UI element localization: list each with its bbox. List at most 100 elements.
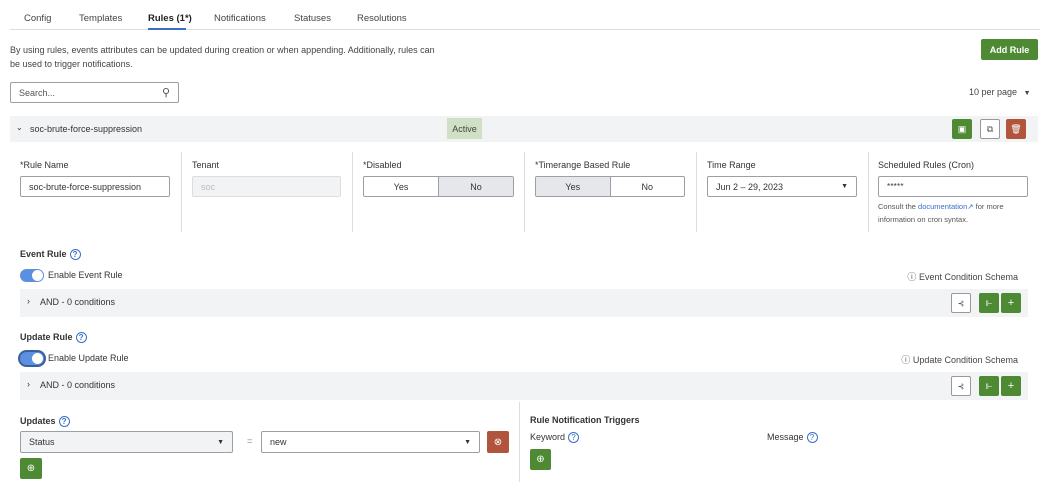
- disabled-toggle[interactable]: Yes No: [363, 176, 514, 197]
- update-rule-toggle-label: Enable Update Rule: [48, 353, 129, 363]
- timerange-toggle[interactable]: Yes No: [535, 176, 685, 197]
- remove-icon: ⊗: [493, 436, 503, 448]
- tab-resolutions[interactable]: Resolutions: [357, 13, 407, 24]
- chevron-down-icon[interactable]: ⌄: [16, 123, 23, 132]
- plus-icon: +: [1007, 297, 1015, 309]
- divider: [696, 152, 697, 232]
- per-page-select[interactable]: 10 per page ▼: [969, 87, 1031, 97]
- event-rule-toggle[interactable]: [20, 269, 44, 282]
- event-conditions-bar: › AND - 0 conditions ⊰ ⊩ +: [20, 289, 1028, 317]
- notification-triggers-heading: Rule Notification Triggers: [530, 415, 640, 425]
- keyword-label: Keyword?: [530, 432, 580, 444]
- help-icon[interactable]: ?: [69, 249, 81, 261]
- add-rule-button[interactable]: Add Rule: [981, 39, 1038, 60]
- search-icon: ⚲: [161, 87, 170, 99]
- plus-circle-icon: ⊕: [26, 463, 36, 474]
- tenant-input: soc: [192, 176, 341, 197]
- rule-header[interactable]: ⌄ soc-brute-force-suppression Active ▣ ⧉…: [10, 116, 1038, 142]
- description-line: be used to trigger notifications.: [10, 59, 133, 69]
- add-group-icon: ⊩: [985, 298, 993, 308]
- external-link-icon: ↗: [967, 202, 974, 211]
- help-icon[interactable]: ?: [58, 416, 70, 428]
- time-range-label: Time Range: [707, 160, 756, 170]
- description: By using rules, events attributes can be…: [10, 43, 435, 71]
- tab-rules[interactable]: Rules (1*): [148, 13, 192, 24]
- time-range-value: Jun 2 – 29, 2023: [716, 181, 784, 192]
- add-group-icon: ⊩: [985, 381, 993, 391]
- add-group-button[interactable]: ⊩: [979, 293, 999, 313]
- rule-name-label: *Rule Name: [20, 160, 69, 170]
- add-condition-button[interactable]: +: [1001, 293, 1021, 313]
- cron-input[interactable]: * * * * *: [878, 176, 1028, 197]
- search-placeholder: Search...: [19, 87, 56, 98]
- rule-name-input[interactable]: soc-brute-force-suppression: [20, 176, 170, 197]
- cron-label: Scheduled Rules (Cron): [878, 160, 975, 170]
- help-icon[interactable]: ?: [75, 332, 87, 344]
- add-group-button[interactable]: ⊩: [979, 376, 999, 396]
- add-condition-button[interactable]: +: [1001, 376, 1021, 396]
- update-value-select[interactable]: new ▼: [261, 431, 480, 453]
- save-button[interactable]: ▣: [952, 119, 972, 139]
- cron-help-text: information on cron syntax.: [878, 215, 969, 224]
- tab-config[interactable]: Config: [24, 13, 51, 24]
- caret-down-icon: ▼: [217, 438, 224, 446]
- chevron-right-icon[interactable]: ›: [27, 379, 30, 389]
- event-schema-link[interactable]: ⓘ Event Condition Schema: [907, 270, 1018, 283]
- tab-templates[interactable]: Templates: [79, 13, 122, 24]
- documentation-link[interactable]: documentation: [918, 202, 967, 211]
- timerange-no[interactable]: No: [609, 177, 685, 196]
- tree-icon: ⊰: [957, 298, 965, 308]
- chevron-right-icon[interactable]: ›: [27, 296, 30, 306]
- search-input[interactable]: Search... ⚲: [10, 82, 179, 103]
- plus-circle-icon: ⊕: [536, 454, 545, 465]
- trash-icon: 🗑: [1010, 123, 1022, 134]
- tree-icon: ⊰: [957, 381, 965, 391]
- timerange-label: *Timerange Based Rule: [535, 160, 631, 170]
- remove-update-button[interactable]: ⊗: [487, 431, 509, 453]
- message-label: Message?: [767, 432, 818, 444]
- status-badge: Active: [447, 118, 482, 139]
- update-rule-toggle[interactable]: [20, 352, 44, 365]
- cron-help-text: for more: [975, 202, 1004, 211]
- update-conditions-bar: › AND - 0 conditions ⊰ ⊩ +: [20, 372, 1028, 400]
- tab-statuses[interactable]: Statuses: [294, 13, 331, 24]
- event-rule-toggle-label: Enable Event Rule: [48, 270, 123, 280]
- disabled-yes[interactable]: Yes: [364, 177, 438, 196]
- time-range-select[interactable]: Jun 2 – 29, 2023 ▼: [707, 176, 857, 197]
- description-line: By using rules, events attributes can be…: [10, 45, 435, 55]
- caret-down-icon: ▼: [1023, 90, 1031, 97]
- disabled-no[interactable]: No: [438, 177, 513, 196]
- conditions-summary[interactable]: AND - 0 conditions: [40, 297, 115, 307]
- rule-title: soc-brute-force-suppression: [30, 124, 143, 134]
- update-field-select[interactable]: Status ▼: [20, 431, 233, 453]
- update-value: new: [270, 437, 287, 447]
- cron-help-text: Consult the: [878, 202, 916, 211]
- caret-down-icon: ▼: [841, 183, 848, 190]
- add-trigger-button[interactable]: ⊕: [530, 449, 551, 470]
- tenant-label: Tenant: [192, 160, 220, 170]
- collapse-button[interactable]: ⊰: [951, 376, 971, 396]
- help-icon[interactable]: ?: [568, 432, 580, 444]
- updates-heading: Updates?: [20, 416, 70, 428]
- help-icon[interactable]: ?: [806, 432, 818, 444]
- plus-icon: +: [1007, 380, 1015, 392]
- add-update-button[interactable]: ⊕: [20, 458, 42, 479]
- divider: [181, 152, 182, 232]
- tab-notifications[interactable]: Notifications: [214, 13, 266, 24]
- save-icon: ▣: [957, 123, 967, 134]
- disabled-label: *Disabled: [363, 160, 402, 170]
- update-field-value: Status: [29, 437, 55, 447]
- collapse-button[interactable]: ⊰: [951, 293, 971, 313]
- divider: [524, 152, 525, 232]
- duplicate-button[interactable]: ⧉: [980, 119, 1000, 139]
- copy-icon: ⧉: [986, 123, 994, 134]
- info-icon: ⓘ: [901, 355, 911, 365]
- delete-button[interactable]: 🗑: [1006, 119, 1026, 139]
- timerange-yes[interactable]: Yes: [536, 177, 610, 196]
- event-rule-heading: Event Rule?: [20, 249, 81, 261]
- update-schema-link[interactable]: ⓘ Update Condition Schema: [901, 353, 1018, 366]
- conditions-summary[interactable]: AND - 0 conditions: [40, 380, 115, 390]
- per-page-label: 10 per page: [969, 87, 1018, 97]
- update-rule-heading: Update Rule?: [20, 332, 87, 344]
- equals-sign: =: [247, 436, 253, 447]
